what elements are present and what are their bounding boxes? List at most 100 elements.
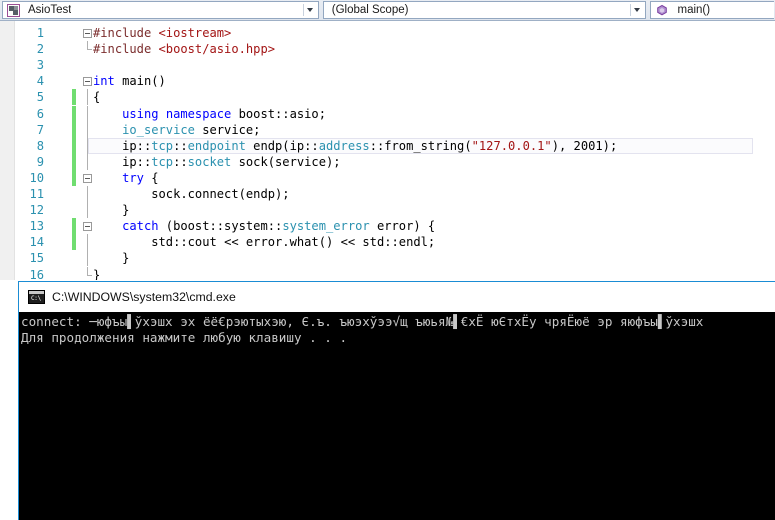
code-text: catch (boost::system::system_error error… <box>93 218 435 234</box>
code-line[interactable]: 12 } <box>0 202 775 219</box>
line-number: 3 <box>36 58 44 73</box>
change-bar <box>72 105 76 122</box>
change-bar <box>72 218 76 235</box>
code-token: tcp <box>151 154 174 169</box>
code-line[interactable]: 7 io_service service; <box>0 121 775 138</box>
code-token: << <box>224 235 239 250</box>
console-window[interactable]: C:\ C:\WINDOWS\system32\cmd.exe connect:… <box>18 281 775 520</box>
code-text: #include <boost/asio.hpp> <box>93 41 275 57</box>
code-line[interactable]: 2 #include <boost/asio.hpp> <box>0 41 775 57</box>
code-token: } <box>93 251 130 266</box>
console-output[interactable]: connect: ─юфъы▌ўхэшх эх ёё€рэютыхэю, Є.ъ… <box>19 313 775 520</box>
code-line[interactable]: 11 sock.connect(endp); <box>0 186 775 203</box>
line-number: 11 <box>29 187 44 201</box>
chevron-down-icon[interactable] <box>634 8 641 12</box>
code-line[interactable]: 16} <box>0 266 775 280</box>
code-text: std::cout << error.what() << std::endl; <box>93 234 435 250</box>
code-token: socket <box>187 154 232 169</box>
code-editor[interactable]: 1 #include <iostream> 2 #include <boost/asi… <box>0 21 775 280</box>
divider <box>630 4 632 16</box>
code-token: io_service <box>122 122 195 137</box>
code-line[interactable]: 1 #include <iostream> <box>0 25 775 41</box>
outline-guide-line <box>87 250 88 267</box>
line-number: 5 <box>36 90 44 105</box>
code-token: ip:: <box>93 154 152 169</box>
line-number: 14 <box>29 235 44 250</box>
code-text: try { <box>93 170 158 186</box>
line-number: 1 <box>36 26 44 40</box>
code-token: int <box>93 74 115 89</box>
code-line[interactable]: 4 int main() <box>0 73 775 89</box>
project-selector-label: AsioTest <box>28 3 72 16</box>
code-token: ip:: <box>93 138 152 153</box>
line-number: 8 <box>36 138 44 153</box>
collapse-outline-button[interactable] <box>83 77 92 87</box>
collapse-outline-button[interactable] <box>83 222 92 232</box>
method-icon <box>656 4 668 16</box>
outline-guide-line <box>87 89 88 106</box>
code-token: ), 2001); <box>551 138 618 153</box>
code-token: "127.0.0.1" <box>471 138 552 153</box>
code-line[interactable]: 6 using namespace boost::asio; <box>0 105 775 122</box>
code-token: endpoint <box>187 138 246 153</box>
collapse-outline-button[interactable] <box>83 173 92 183</box>
console-line: Для продолжения нажмите любую клавишу . … <box>21 330 348 345</box>
outline-guide-line <box>87 202 88 219</box>
chevron-down-icon[interactable] <box>306 8 313 12</box>
cmd-icon-glyph: C:\ <box>31 295 41 302</box>
change-bar <box>72 169 76 186</box>
code-line[interactable]: 9 ip::tcp::socket sock(service); <box>0 153 775 170</box>
code-token: error) { <box>369 219 436 234</box>
line-number: 9 <box>36 154 44 169</box>
cmd-icon: C:\ <box>28 290 45 304</box>
member-selector-label: main() <box>677 3 711 16</box>
scope-selector-dropdown[interactable]: (Global Scope) <box>322 1 647 19</box>
code-token: <boost/asio.hpp> <box>158 42 276 57</box>
line-number: 7 <box>36 122 44 137</box>
code-token: :: <box>173 138 188 153</box>
code-token: boost::asio; <box>231 106 326 121</box>
collapse-outline-button[interactable] <box>83 29 92 38</box>
code-token: try <box>122 170 144 185</box>
code-line[interactable]: 14 std::cout << error.what() << std::end… <box>0 234 775 251</box>
line-number: 15 <box>29 251 44 266</box>
code-text: ip::tcp::socket sock(service); <box>93 154 340 170</box>
change-bar <box>72 153 76 170</box>
code-line[interactable]: 10 try { <box>0 169 775 186</box>
outline-guide-line <box>87 186 88 203</box>
code-token: #include <box>93 26 159 40</box>
outline-guide-line <box>87 234 88 251</box>
line-number: 10 <box>29 170 44 185</box>
code-text: } <box>93 202 129 218</box>
divider <box>302 4 304 16</box>
code-line[interactable]: 13 catch (boost::system::system_error er… <box>0 218 775 235</box>
code-token: system_error <box>282 219 370 234</box>
code-token: main() <box>114 74 166 89</box>
code-token: << <box>340 235 356 250</box>
code-text: ip::tcp::endpoint endp(ip::address::from… <box>93 138 617 154</box>
project-icon <box>7 3 20 17</box>
code-text: io_service service; <box>93 122 260 138</box>
code-text: using namespace boost::asio; <box>93 106 326 122</box>
code-line[interactable]: 5{ <box>0 89 775 106</box>
console-title-bar[interactable]: C:\ C:\WINDOWS\system32\cmd.exe <box>19 282 775 312</box>
code-token: tcp <box>151 138 174 153</box>
member-selector-dropdown[interactable]: main() <box>650 1 774 19</box>
change-bar <box>72 137 76 154</box>
change-bar <box>72 89 76 106</box>
code-token: sock.connect(endp); <box>93 187 290 201</box>
code-line[interactable]: 3 <box>0 57 775 73</box>
code-token: catch <box>122 219 159 234</box>
console-title-text: C:\WINDOWS\system32\cmd.exe <box>52 290 236 304</box>
code-token: :: <box>173 154 188 169</box>
code-token: using <box>122 106 159 121</box>
line-number: 4 <box>36 74 44 89</box>
project-selector-dropdown[interactable]: AsioTest <box>2 1 319 19</box>
line-number: 6 <box>36 106 44 121</box>
code-line[interactable]: 15 } <box>0 250 775 267</box>
code-line[interactable]: 8 ip::tcp::endpoint endp(ip::address::fr… <box>0 137 775 154</box>
